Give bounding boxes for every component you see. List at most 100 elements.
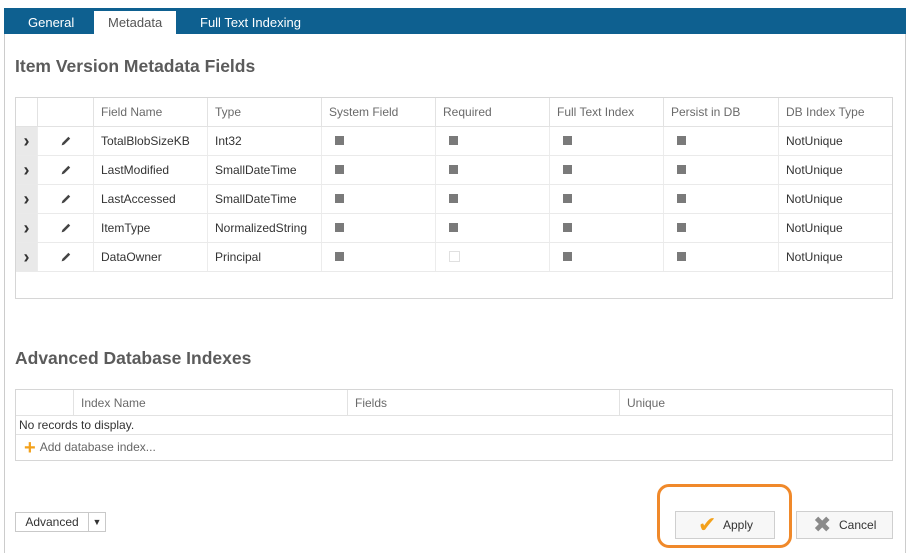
column-header-field-name[interactable]: Field Name — [93, 98, 207, 126]
persist-in-db-checkbox[interactable] — [677, 194, 686, 203]
table-row[interactable]: › LastModified SmallDateTime NotUnique — [16, 156, 892, 185]
column-header-full-text-index[interactable]: Full Text Index — [549, 98, 663, 126]
cancel-button[interactable]: ✖ Cancel — [796, 511, 893, 539]
edit-pencil-icon[interactable] — [37, 185, 93, 213]
apply-highlight-ring — [657, 484, 792, 548]
full-text-index-checkbox[interactable] — [563, 136, 572, 145]
full-text-index-checkbox-cell — [549, 156, 663, 184]
column-header-required[interactable]: Required — [435, 98, 549, 126]
column-header-fields[interactable]: Fields — [347, 390, 619, 415]
persist-in-db-checkbox-cell — [663, 243, 778, 271]
metadata-grid-header: Field Name Type System Field Required Fu… — [16, 98, 892, 127]
panel-border-left — [4, 34, 5, 553]
add-database-index-label: Add database index... — [39, 440, 156, 454]
type-cell: NormalizedString — [207, 214, 321, 242]
no-records-message: No records to display. — [16, 416, 892, 435]
expand-row-icon[interactable]: › — [16, 127, 37, 155]
expand-row-icon[interactable]: › — [16, 243, 37, 271]
panel-border-right — [905, 34, 906, 553]
tab-metadata[interactable]: Metadata — [94, 11, 177, 34]
db-index-type-cell: NotUnique — [778, 214, 894, 242]
field-name-cell: LastModified — [93, 156, 207, 184]
system-field-checkbox-cell — [321, 243, 435, 271]
expand-row-icon[interactable]: › — [16, 185, 37, 213]
required-checkbox-cell — [435, 214, 549, 242]
indexes-grid: Index Name Fields Unique No records to d… — [15, 389, 893, 461]
metadata-grid-footer — [16, 272, 892, 298]
tab-strip: General Metadata Full Text Indexing — [4, 8, 906, 34]
column-header-db-index-type[interactable]: DB Index Type — [778, 98, 894, 126]
column-header-index-name[interactable]: Index Name — [73, 390, 347, 415]
advanced-split-button[interactable]: Advanced ▼ — [15, 512, 106, 532]
table-row[interactable]: › DataOwner Principal NotUnique — [16, 243, 892, 272]
field-name-cell: TotalBlobSizeKB — [93, 127, 207, 155]
header-expander-column — [16, 98, 37, 126]
edit-pencil-icon[interactable] — [37, 156, 93, 184]
system-field-checkbox[interactable] — [335, 165, 344, 174]
system-field-checkbox-cell — [321, 127, 435, 155]
edit-pencil-icon[interactable] — [37, 214, 93, 242]
persist-in-db-checkbox[interactable] — [677, 223, 686, 232]
required-checkbox-cell — [435, 243, 549, 271]
required-checkbox[interactable] — [449, 165, 458, 174]
persist-in-db-checkbox-cell — [663, 127, 778, 155]
column-header-persist-in-db[interactable]: Persist in DB — [663, 98, 778, 126]
column-header-unique[interactable]: Unique — [619, 390, 894, 415]
header-edit-column — [16, 390, 73, 415]
system-field-checkbox[interactable] — [335, 194, 344, 203]
column-header-type[interactable]: Type — [207, 98, 321, 126]
required-checkbox[interactable] — [449, 223, 458, 232]
persist-in-db-checkbox[interactable] — [677, 136, 686, 145]
table-row[interactable]: › TotalBlobSizeKB Int32 NotUnique — [16, 127, 892, 156]
required-checkbox[interactable] — [449, 194, 458, 203]
persist-in-db-checkbox[interactable] — [677, 165, 686, 174]
persist-in-db-checkbox[interactable] — [677, 252, 686, 261]
persist-in-db-checkbox-cell — [663, 185, 778, 213]
advanced-button[interactable]: Advanced — [16, 513, 88, 531]
edit-pencil-icon[interactable] — [37, 243, 93, 271]
type-cell: Principal — [207, 243, 321, 271]
required-checkbox[interactable] — [449, 251, 460, 262]
field-name-cell: DataOwner — [93, 243, 207, 271]
table-row[interactable]: › LastAccessed SmallDateTime NotUnique — [16, 185, 892, 214]
field-name-cell: LastAccessed — [93, 185, 207, 213]
plus-icon: + — [24, 436, 36, 459]
system-field-checkbox[interactable] — [335, 252, 344, 261]
full-text-index-checkbox-cell — [549, 185, 663, 213]
persist-in-db-checkbox-cell — [663, 214, 778, 242]
metadata-grid: Field Name Type System Field Required Fu… — [15, 97, 893, 299]
type-cell: SmallDateTime — [207, 185, 321, 213]
full-text-index-checkbox-cell — [549, 127, 663, 155]
chevron-down-icon[interactable]: ▼ — [88, 513, 105, 531]
persist-in-db-checkbox-cell — [663, 156, 778, 184]
system-field-checkbox-cell — [321, 156, 435, 184]
full-text-index-checkbox-cell — [549, 214, 663, 242]
indexes-section-title: Advanced Database Indexes — [15, 348, 252, 368]
expand-row-icon[interactable]: › — [16, 214, 37, 242]
close-icon: ✖ — [813, 512, 832, 537]
field-name-cell: ItemType — [93, 214, 207, 242]
tab-full-text-indexing[interactable]: Full Text Indexing — [186, 11, 315, 34]
system-field-checkbox[interactable] — [335, 136, 344, 145]
required-checkbox[interactable] — [449, 136, 458, 145]
system-field-checkbox[interactable] — [335, 223, 344, 232]
metadata-section-title: Item Version Metadata Fields — [15, 56, 256, 76]
required-checkbox-cell — [435, 185, 549, 213]
type-cell: Int32 — [207, 127, 321, 155]
expand-row-icon[interactable]: › — [16, 156, 37, 184]
db-index-type-cell: NotUnique — [778, 185, 894, 213]
indexes-grid-header: Index Name Fields Unique — [16, 390, 892, 416]
system-field-checkbox-cell — [321, 185, 435, 213]
tab-general[interactable]: General — [14, 11, 88, 34]
full-text-index-checkbox[interactable] — [563, 165, 572, 174]
type-cell: SmallDateTime — [207, 156, 321, 184]
table-row[interactable]: › ItemType NormalizedString NotUnique — [16, 214, 892, 243]
add-database-index-button[interactable]: + Add database index... — [16, 435, 892, 460]
full-text-index-checkbox[interactable] — [563, 252, 572, 261]
edit-pencil-icon[interactable] — [37, 127, 93, 155]
column-header-system-field[interactable]: System Field — [321, 98, 435, 126]
required-checkbox-cell — [435, 127, 549, 155]
required-checkbox-cell — [435, 156, 549, 184]
full-text-index-checkbox[interactable] — [563, 194, 572, 203]
full-text-index-checkbox[interactable] — [563, 223, 572, 232]
